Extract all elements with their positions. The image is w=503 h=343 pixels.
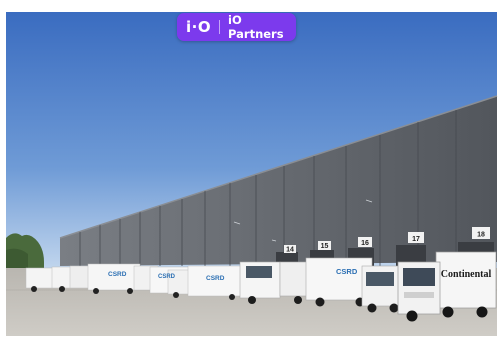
dock-number: 18 (477, 232, 485, 239)
truck-brand: CSRD (206, 275, 225, 282)
divider (219, 20, 221, 34)
dock-number: 17 (412, 236, 420, 243)
truck-brand: Continental (441, 269, 492, 280)
dock-number: 14 (286, 247, 294, 254)
dock-number: 16 (361, 240, 369, 247)
truck-continental: Continental (397, 251, 497, 322)
brand-badge: i·O iO Partners (177, 13, 296, 41)
truck-brand: CSRD (108, 271, 127, 278)
warehouse-photo: 14 15 16 17 18 CSRD CSRD CSRD CSRD Conti… (0, 0, 503, 343)
dock-number: 15 (321, 243, 329, 250)
io-logo: i·O (186, 18, 212, 36)
brand-name: iO Partners (228, 13, 284, 41)
truck-brand: CSRD (158, 274, 176, 280)
truck-brand: CSRD (336, 267, 358, 276)
